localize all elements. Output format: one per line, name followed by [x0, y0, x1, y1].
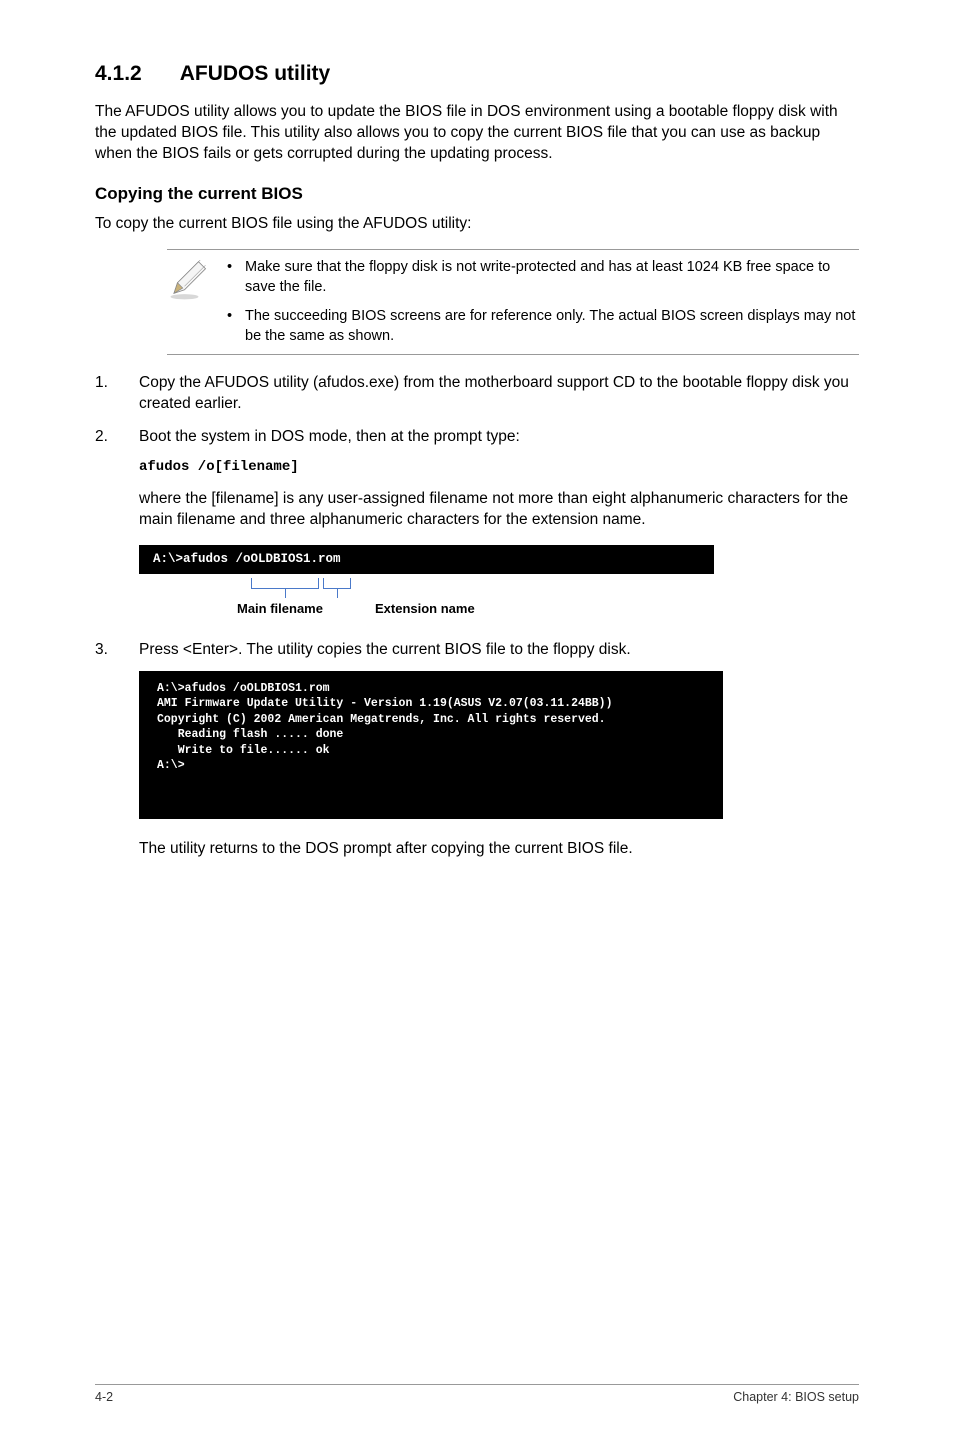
- step-text: Boot the system in DOS mode, then at the…: [139, 428, 520, 445]
- step-1: Copy the AFUDOS utility (afudos.exe) fro…: [95, 373, 859, 415]
- outro-paragraph: The utility returns to the DOS prompt af…: [139, 839, 859, 860]
- bracket-ext: [323, 578, 351, 589]
- filename-labels: Main filename Extension name: [139, 578, 714, 628]
- terminal-output-2: A:\>afudos /oOLDBIOS1.rom AMI Firmware U…: [139, 671, 723, 819]
- chapter-label: Chapter 4: BIOS setup: [733, 1389, 859, 1406]
- note-block: Make sure that the floppy disk is not wr…: [167, 249, 859, 355]
- section-number: 4.1.2: [95, 60, 142, 88]
- label-extension-name: Extension name: [375, 600, 475, 618]
- label-main-filename: Main filename: [237, 600, 323, 618]
- note-item: Make sure that the floppy disk is not wr…: [223, 258, 859, 297]
- subsection-intro: To copy the current BIOS file using the …: [95, 214, 859, 235]
- section-title: AFUDOS utility: [180, 62, 331, 85]
- code-command: afudos /o[filename]: [139, 458, 859, 477]
- intro-paragraph: The AFUDOS utility allows you to update …: [95, 102, 859, 165]
- terminal-output-1: A:\>afudos /oOLDBIOS1.rom: [139, 545, 714, 574]
- step-list: Copy the AFUDOS utility (afudos.exe) fro…: [95, 373, 859, 859]
- page-footer: 4-2 Chapter 4: BIOS setup: [95, 1384, 859, 1406]
- bracket-main: [251, 578, 319, 589]
- step-2: Boot the system in DOS mode, then at the…: [95, 427, 859, 628]
- note-text: Make sure that the floppy disk is not wr…: [223, 258, 859, 346]
- step-text: Press <Enter>. The utility copies the cu…: [139, 641, 631, 658]
- step-3: Press <Enter>. The utility copies the cu…: [95, 640, 859, 860]
- note-item: The succeeding BIOS screens are for refe…: [223, 307, 859, 346]
- command-description: where the [filename] is any user-assigne…: [139, 489, 859, 531]
- step-text: Copy the AFUDOS utility (afudos.exe) fro…: [139, 374, 849, 412]
- page-number: 4-2: [95, 1389, 113, 1406]
- section-heading: 4.1.2 AFUDOS utility: [95, 60, 859, 88]
- pencil-note-icon: [167, 258, 223, 309]
- subsection-heading: Copying the current BIOS: [95, 183, 859, 206]
